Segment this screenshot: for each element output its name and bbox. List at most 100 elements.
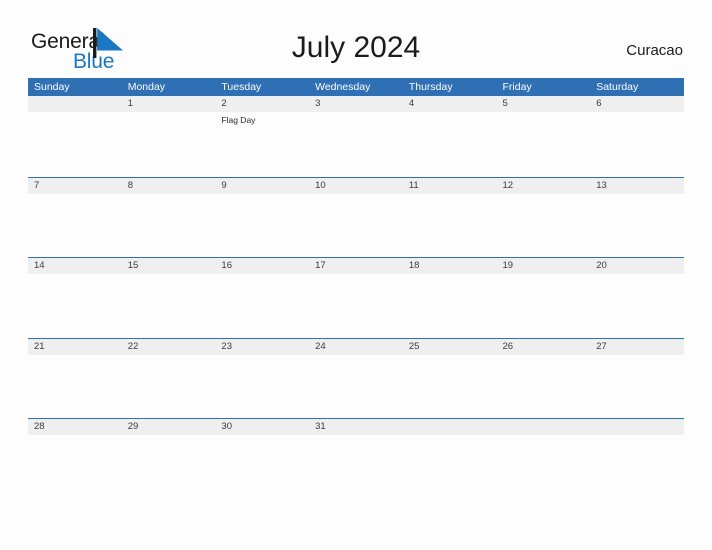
calendar-week-row: 1 2 3 4 5 6 Flag Day — [28, 96, 684, 177]
day-number[interactable]: 22 — [122, 339, 216, 355]
day-number[interactable]: 5 — [497, 96, 591, 112]
page-header: General Blue July 2024 Curacao — [0, 0, 712, 78]
day-number[interactable]: 20 — [590, 258, 684, 274]
day-number[interactable] — [497, 419, 591, 435]
day-events[interactable] — [309, 435, 403, 498]
day-events[interactable] — [309, 355, 403, 418]
day-number[interactable]: 8 — [122, 178, 216, 194]
day-number[interactable]: 3 — [309, 96, 403, 112]
day-events[interactable] — [215, 435, 309, 498]
day-events[interactable] — [403, 194, 497, 257]
day-number[interactable] — [590, 419, 684, 435]
day-number[interactable]: 25 — [403, 339, 497, 355]
week-date-band: 1 2 3 4 5 6 — [28, 96, 684, 112]
day-events[interactable] — [403, 435, 497, 498]
day-number[interactable]: 23 — [215, 339, 309, 355]
day-number[interactable]: 18 — [403, 258, 497, 274]
calendar-week-row: 21 22 23 24 25 26 27 — [28, 337, 684, 419]
week-event-band — [28, 274, 684, 337]
day-events[interactable] — [403, 112, 497, 175]
day-events[interactable] — [497, 274, 591, 337]
day-events[interactable] — [403, 274, 497, 337]
day-events[interactable] — [497, 112, 591, 175]
day-number[interactable]: 21 — [28, 339, 122, 355]
day-number[interactable]: 2 — [215, 96, 309, 112]
calendar-week-row: 7 8 9 10 11 12 13 — [28, 176, 684, 258]
day-events[interactable] — [590, 194, 684, 257]
day-events[interactable] — [590, 435, 684, 498]
day-header-monday: Monday — [127, 81, 166, 93]
day-events[interactable] — [309, 112, 403, 175]
day-events[interactable] — [122, 355, 216, 418]
day-header-wednesday: Wednesday — [315, 81, 371, 93]
day-number[interactable] — [403, 419, 497, 435]
day-events[interactable]: Flag Day — [215, 112, 309, 175]
flag-triangle-icon — [93, 28, 125, 58]
week-event-band — [28, 193, 684, 257]
day-number[interactable]: 19 — [497, 258, 591, 274]
day-header-thursday: Thursday — [408, 81, 453, 93]
day-events[interactable] — [590, 355, 684, 418]
day-events[interactable] — [28, 355, 122, 418]
day-number[interactable]: 29 — [122, 419, 216, 435]
day-events[interactable] — [28, 274, 122, 337]
day-events[interactable] — [309, 194, 403, 257]
day-number[interactable]: 14 — [28, 258, 122, 274]
day-events[interactable] — [497, 194, 591, 257]
day-number[interactable]: 9 — [215, 178, 309, 194]
calendar-week-row: 14 15 16 17 18 19 20 — [28, 257, 684, 338]
day-number[interactable] — [28, 96, 122, 112]
day-number[interactable]: 11 — [403, 178, 497, 194]
day-number[interactable]: 7 — [28, 178, 122, 194]
day-events[interactable] — [28, 194, 122, 257]
week-event-band — [28, 354, 684, 418]
day-number[interactable]: 15 — [122, 258, 216, 274]
day-events[interactable] — [28, 112, 122, 175]
day-number[interactable]: 26 — [497, 339, 591, 355]
day-number[interactable]: 10 — [309, 178, 403, 194]
day-events[interactable] — [590, 274, 684, 337]
day-events[interactable] — [497, 435, 591, 498]
week-event-band: Flag Day — [28, 112, 684, 175]
day-events[interactable] — [122, 435, 216, 498]
day-events[interactable] — [28, 435, 122, 498]
calendar-page: General Blue July 2024 Curacao Sunday Mo… — [0, 0, 712, 550]
day-events[interactable] — [215, 194, 309, 257]
day-events[interactable] — [122, 112, 216, 175]
week-date-band: 14 15 16 17 18 19 20 — [28, 258, 684, 274]
day-number[interactable]: 16 — [215, 258, 309, 274]
day-header-sunday: Sunday — [34, 81, 70, 93]
day-events[interactable] — [590, 112, 684, 175]
calendar-week-row: 28 29 30 31 — [28, 418, 684, 499]
day-header-saturday: Saturday — [596, 81, 639, 93]
day-events[interactable] — [309, 274, 403, 337]
day-number[interactable]: 30 — [215, 419, 309, 435]
day-number[interactable]: 17 — [309, 258, 403, 274]
day-number[interactable]: 12 — [497, 178, 591, 194]
day-number[interactable]: 13 — [590, 178, 684, 194]
day-events[interactable] — [403, 355, 497, 418]
day-number[interactable]: 27 — [590, 339, 684, 355]
day-number[interactable]: 31 — [309, 419, 403, 435]
page-title: July 2024 — [291, 31, 421, 64]
day-header-friday: Friday — [502, 81, 532, 93]
day-events[interactable] — [122, 274, 216, 337]
locale-label: Curacao — [626, 42, 683, 59]
day-of-week-header-row: Sunday Monday Tuesday Wednesday Thursday… — [28, 78, 684, 96]
day-number[interactable]: 4 — [403, 96, 497, 112]
event-label: Flag Day — [221, 115, 256, 125]
calendar-grid: Sunday Monday Tuesday Wednesday Thursday… — [28, 78, 684, 499]
day-events[interactable] — [122, 194, 216, 257]
week-event-band — [28, 435, 684, 498]
week-date-band: 21 22 23 24 25 26 27 — [28, 338, 684, 355]
day-number[interactable]: 6 — [590, 96, 684, 112]
day-events[interactable] — [215, 355, 309, 418]
day-number[interactable]: 28 — [28, 419, 122, 435]
week-date-band: 28 29 30 31 — [28, 419, 684, 435]
day-events[interactable] — [497, 355, 591, 418]
day-events[interactable] — [215, 274, 309, 337]
day-header-tuesday: Tuesday — [221, 81, 262, 93]
day-number[interactable]: 1 — [122, 96, 216, 112]
brand-logo[interactable]: General Blue — [31, 28, 151, 74]
day-number[interactable]: 24 — [309, 339, 403, 355]
